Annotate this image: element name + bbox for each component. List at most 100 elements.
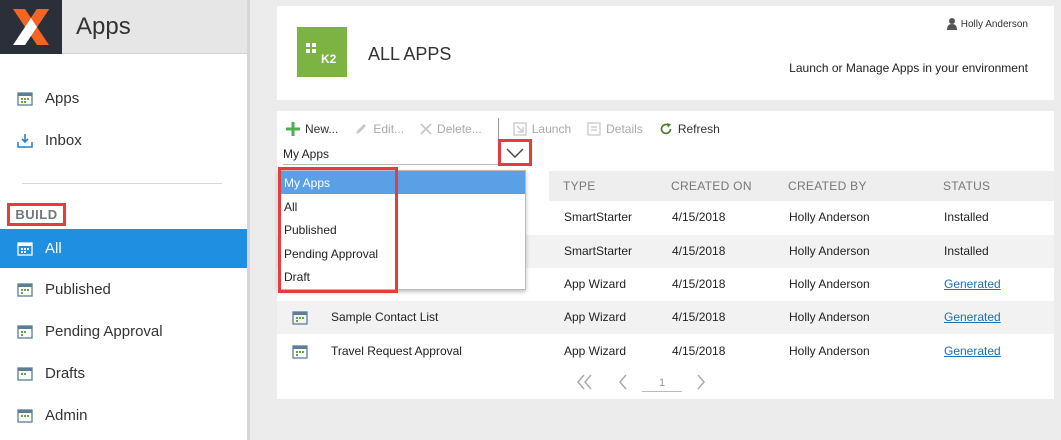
details-icon <box>587 122 601 136</box>
filter-option-draft[interactable]: Draft <box>279 265 525 288</box>
filter-dropdown-toggle[interactable] <box>498 139 532 166</box>
k2-logo-text: K2 <box>321 52 337 66</box>
app-grid-icon <box>16 90 34 108</box>
sidebar-item-label: Admin <box>45 407 88 424</box>
app-grid-icon <box>16 323 34 341</box>
row-created-on: 4/15/2018 <box>672 344 726 358</box>
plus-icon <box>286 122 300 136</box>
header-card: K2 ALL APPS Holly Anderson Launch or Man… <box>277 6 1054 100</box>
app-grid-icon <box>16 240 34 258</box>
sidebar-item-label: Inbox <box>45 132 82 149</box>
row-type: SmartStarter <box>564 210 633 224</box>
row-created-by: Holly Anderson <box>789 277 870 291</box>
user-menu[interactable]: Holly Anderson <box>946 18 1028 30</box>
page-tagline: Launch or Manage Apps in your environmen… <box>789 61 1028 75</box>
details-button-label: Details <box>606 122 643 136</box>
row-created-by: Holly Anderson <box>789 310 870 324</box>
row-status-link[interactable]: Generated <box>944 277 1001 291</box>
refresh-button-label: Refresh <box>677 122 720 136</box>
row-created-on: 4/15/2018 <box>672 310 726 324</box>
k2-logo: K2 <box>297 27 347 77</box>
row-created-on: 4/15/2018 <box>672 277 726 291</box>
first-page-icon[interactable] <box>576 373 594 396</box>
row-created-by: Holly Anderson <box>789 344 870 358</box>
row-status: Installed <box>944 244 989 258</box>
sidebar-item-admin[interactable]: Admin <box>0 396 247 435</box>
section-label-build: BUILD <box>7 203 66 226</box>
previous-page-icon[interactable] <box>618 373 628 396</box>
app-grid-icon <box>16 407 34 425</box>
launch-button[interactable]: Launch <box>513 122 571 136</box>
pagination: 1 <box>562 373 720 396</box>
app-grid-icon <box>292 310 308 331</box>
chevron-down-icon <box>506 148 524 158</box>
x-icon <box>420 123 432 135</box>
sidebar-item-inbox[interactable]: Inbox <box>0 121 247 160</box>
toolbar-separator <box>497 118 499 140</box>
row-type: App Wizard <box>564 344 627 358</box>
filter-option-published[interactable]: Published <box>279 218 525 241</box>
refresh-icon <box>660 123 672 135</box>
sidebar-item-label: Pending Approval <box>45 323 163 340</box>
logo-x-icon <box>13 8 49 45</box>
sidebar-item-published[interactable]: Published <box>0 270 247 309</box>
sidebar-item-all[interactable]: All <box>0 229 247 268</box>
sidebar-divider <box>22 183 222 184</box>
sidebar-item-pending-approval[interactable]: Pending Approval <box>0 312 247 351</box>
row-name: Travel Request Approval <box>331 344 462 358</box>
column-header-type[interactable]: TYPE <box>563 179 596 193</box>
row-status-link[interactable]: Generated <box>944 344 1001 358</box>
row-created-on: 4/15/2018 <box>672 244 726 258</box>
new-button[interactable]: New... <box>286 122 338 136</box>
app-filter-select[interactable]: My Apps <box>283 145 531 165</box>
sidebar-item-label: All <box>45 240 62 257</box>
sidebar-item-label: Drafts <box>45 365 86 382</box>
new-button-label: New... <box>305 122 339 136</box>
app-grid-icon <box>292 344 308 365</box>
app-grid-icon <box>16 281 34 299</box>
table-row[interactable]: Travel Request Approval App Wizard 4/15/… <box>277 335 1054 368</box>
page-title: ALL APPS <box>368 44 452 64</box>
row-status-link[interactable]: Generated <box>944 310 1001 324</box>
app-logo[interactable] <box>0 0 62 54</box>
delete-button[interactable]: Delete... <box>420 122 482 136</box>
filter-option-pending-approval[interactable]: Pending Approval <box>279 242 525 265</box>
launch-icon <box>513 122 527 136</box>
pencil-icon <box>356 124 367 134</box>
column-header-status[interactable]: STATUS <box>943 179 990 193</box>
app-title: Apps <box>76 12 131 40</box>
column-header-created-on[interactable]: CREATED ON <box>671 179 752 193</box>
sidebar: Apps Apps Inbox BUILD All Published Pend… <box>0 0 250 440</box>
inbox-icon <box>16 132 34 150</box>
sidebar-item-label: Apps <box>45 90 80 107</box>
row-created-on: 4/15/2018 <box>672 210 726 224</box>
sidebar-header: Apps <box>0 0 247 54</box>
details-button[interactable]: Details <box>587 122 643 136</box>
edit-button-label: Edit... <box>373 122 405 136</box>
sidebar-item-apps[interactable]: Apps <box>0 79 247 118</box>
row-created-by: Holly Anderson <box>789 210 870 224</box>
row-type: SmartStarter <box>564 244 633 258</box>
next-page-icon[interactable] <box>696 373 706 396</box>
sidebar-item-label: Published <box>45 281 111 298</box>
user-icon <box>946 18 957 30</box>
row-name: Sample Contact List <box>331 310 439 324</box>
filter-dropdown-list: My Apps All Published Pending Approval D… <box>278 170 526 290</box>
page-number-input[interactable]: 1 <box>642 377 682 392</box>
row-status: Installed <box>944 210 989 224</box>
toolbar: New... Edit... Delete... Launch Details … <box>286 118 736 140</box>
filter-option-my-apps[interactable]: My Apps <box>279 171 525 194</box>
sidebar-item-drafts[interactable]: Drafts <box>0 354 247 393</box>
filter-option-all[interactable]: All <box>279 195 525 218</box>
row-type: App Wizard <box>564 310 627 324</box>
app-grid-icon <box>16 365 34 383</box>
row-created-by: Holly Anderson <box>789 244 870 258</box>
user-name: Holly Anderson <box>960 18 1028 30</box>
row-type: App Wizard <box>564 277 627 291</box>
edit-button[interactable]: Edit... <box>354 122 404 136</box>
refresh-button[interactable]: Refresh <box>659 122 720 136</box>
delete-button-label: Delete... <box>437 122 482 136</box>
table-row[interactable]: Sample Contact List App Wizard 4/15/2018… <box>277 301 1054 334</box>
launch-button-label: Launch <box>531 122 572 136</box>
column-header-created-by[interactable]: CREATED BY <box>788 179 867 193</box>
